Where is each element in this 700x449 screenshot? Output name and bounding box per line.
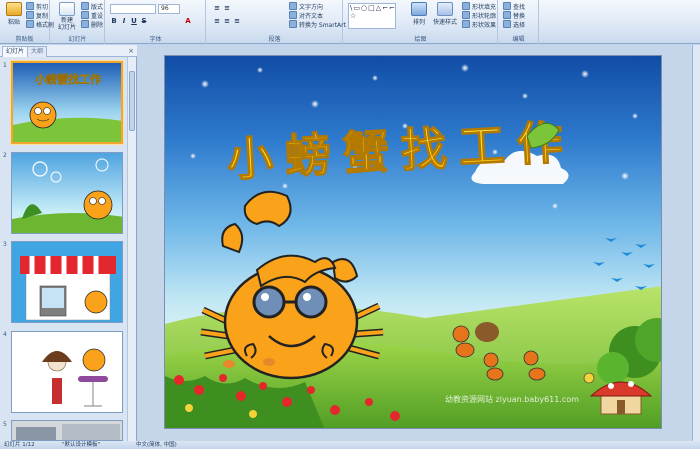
panel-tabs: 幻灯片 大纲 ×: [0, 45, 137, 57]
font-group: 96 B I U S A 字体: [106, 0, 206, 44]
status-language: 中文(简体, 中国): [136, 442, 177, 448]
thumb-number: 4: [3, 331, 7, 338]
format-painter-button[interactable]: 格式刷: [26, 20, 54, 29]
tab-outline[interactable]: 大纲: [27, 46, 48, 57]
font-color-button[interactable]: A: [184, 17, 192, 26]
drawing-label: 绘图: [414, 36, 427, 43]
bold-button[interactable]: B: [110, 17, 118, 26]
slides-group: 新建 幻灯片 版式 重设 删除 幻灯片: [51, 0, 105, 44]
numbering-button[interactable]: ≡: [223, 4, 231, 13]
shapes-gallery[interactable]: \▭○□△⌐⌐↗↘⇒⇧☆⌒{}☆: [348, 3, 396, 29]
svg-text:小螃蟹找工作: 小螃蟹找工作: [34, 72, 101, 86]
ribbon: 粘贴 剪切 复制 格式刷 剪贴板 新建 幻灯片 版式 重设 删除 幻灯片 96 …: [0, 0, 700, 44]
thumb-2-image: [12, 153, 122, 233]
tab-slides[interactable]: 幻灯片: [2, 46, 29, 57]
crab-character: [200, 190, 384, 380]
slide-canvas[interactable]: 小螃蟹找工作 幼教资源网站 ziyuan.baby611.com: [164, 55, 662, 429]
new-slide-button[interactable]: 新建 幻灯片: [55, 2, 79, 32]
font-size-box[interactable]: 96: [158, 4, 180, 14]
smartart-button[interactable]: 转换为 SmartArt: [289, 20, 346, 29]
shape-effects-button[interactable]: 形状效果: [462, 20, 496, 29]
clipboard-group: 粘贴 剪切 复制 格式刷 剪贴板: [0, 0, 54, 44]
thumb-3-image: [12, 242, 122, 322]
arrange-icon: [411, 2, 427, 16]
slide-thumbnail-1[interactable]: 小螃蟹找工作: [11, 61, 123, 144]
status-theme: "默认设计模板": [62, 442, 101, 448]
paragraph-label: 段落: [268, 36, 281, 43]
close-icon[interactable]: ×: [128, 47, 134, 55]
paste-icon: [6, 2, 22, 16]
align-text-button[interactable]: 对齐文本: [289, 11, 323, 20]
quick-styles-button[interactable]: 快速样式: [430, 2, 460, 32]
align-center-button[interactable]: ≡: [223, 17, 231, 26]
reset-button[interactable]: 重设: [81, 11, 103, 20]
slide-artwork: 小螃蟹找工作 幼教资源网站 ziyuan.baby611.com: [165, 64, 661, 428]
bullets-button[interactable]: ≡: [213, 4, 221, 13]
slide-stage: 小螃蟹找工作 幼教资源网站 ziyuan.baby611.com: [138, 45, 700, 441]
slide-thumbnail-2[interactable]: [11, 152, 123, 234]
new-slide-icon: [59, 2, 75, 16]
paragraph-group: 文字方向 对齐文本 转换为 SmartArt ≡ ≡ ≡ ≡ ≡ 段落: [207, 0, 346, 44]
slide-thumbnail-3[interactable]: [11, 241, 123, 323]
panel-scrollbar[interactable]: [127, 57, 136, 441]
watermark: 幼教资源网站 ziyuan.baby611.com: [445, 394, 579, 404]
italic-button[interactable]: I: [120, 17, 128, 26]
thumb-number: 5: [3, 421, 7, 428]
thumb-5-image: [12, 421, 122, 440]
status-bar: 幻灯片 1/12 "默认设计模板" 中文(简体, 中国): [0, 441, 700, 449]
strike-button[interactable]: S: [140, 17, 148, 26]
status-slide-info: 幻灯片 1/12: [4, 442, 35, 448]
thumb-number: 1: [3, 62, 7, 69]
paste-button[interactable]: 粘贴: [3, 2, 25, 32]
copy-button[interactable]: 复制: [26, 11, 48, 20]
font-label: 字体: [149, 36, 162, 43]
thumb-4-image: [12, 332, 122, 412]
slides-panel: 幻灯片 大纲 × 1 小螃蟹找工作 2 3 4 5: [0, 45, 137, 441]
shape-fill-button[interactable]: 形状填充: [462, 2, 496, 11]
select-button[interactable]: 选择: [503, 20, 525, 29]
thumb-number: 3: [3, 241, 7, 248]
slide-thumbnail-5[interactable]: [11, 420, 123, 441]
replace-button[interactable]: 替换: [503, 11, 525, 20]
clipboard-label: 剪贴板: [15, 36, 34, 43]
editing-label: 编辑: [512, 36, 525, 43]
panel-scroll-thumb[interactable]: [129, 71, 135, 131]
delete-button[interactable]: 删除: [81, 20, 103, 29]
slides-label: 幻灯片: [68, 36, 87, 43]
quick-styles-icon: [437, 2, 453, 16]
align-right-button[interactable]: ≡: [233, 17, 241, 26]
text-direction-button[interactable]: 文字方向: [289, 2, 323, 11]
shape-outline-button[interactable]: 形状轮廓: [462, 11, 496, 20]
slide-scrollbar[interactable]: [692, 45, 700, 441]
slide-thumbnail-4[interactable]: [11, 331, 123, 413]
thumb-1-image: 小螃蟹找工作: [13, 63, 121, 142]
editing-group: 查找 替换 选择 编辑: [499, 0, 539, 44]
align-left-button[interactable]: ≡: [213, 17, 221, 26]
birds: [593, 238, 655, 290]
font-name-box[interactable]: [110, 4, 156, 14]
find-button[interactable]: 查找: [503, 2, 525, 11]
thumb-number: 2: [3, 152, 7, 159]
arrange-button[interactable]: 排列: [408, 2, 430, 32]
cut-button[interactable]: 剪切: [26, 2, 48, 11]
layout-button[interactable]: 版式: [81, 2, 103, 11]
underline-button[interactable]: U: [130, 17, 138, 26]
